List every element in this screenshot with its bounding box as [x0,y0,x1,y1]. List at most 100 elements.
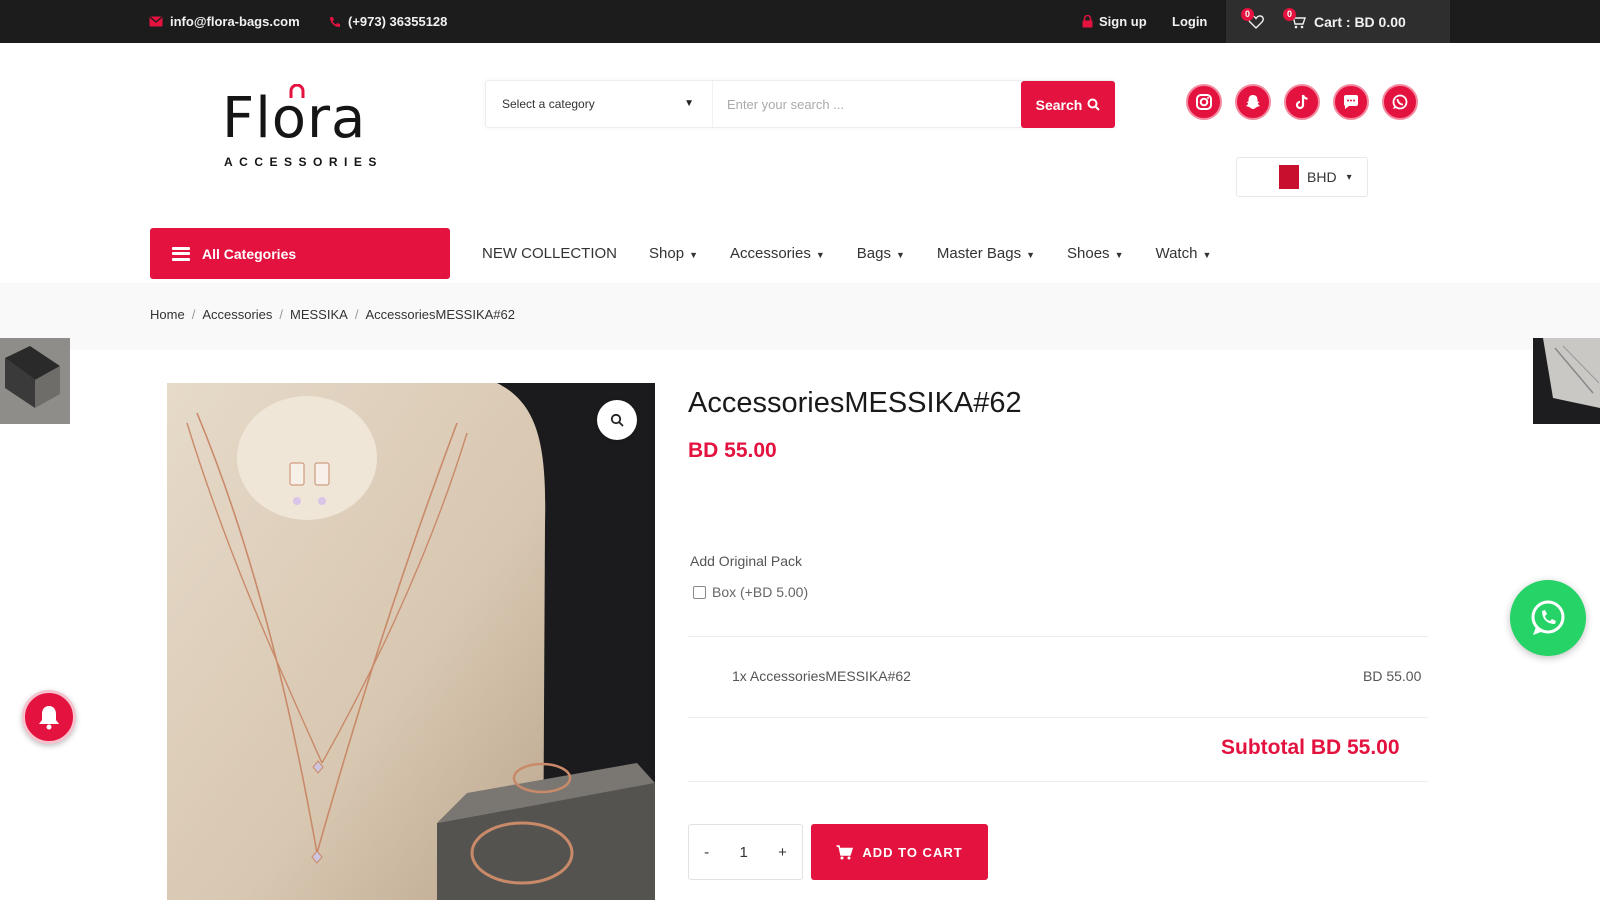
breadcrumb-home[interactable]: Home [150,307,185,322]
box-option-label: Box (+BD 5.00) [712,584,809,600]
product-title: AccessoriesMESSIKA#62 [688,387,1022,419]
breadcrumb-accessories[interactable]: Accessories [202,307,272,322]
cart-total: Cart : BD 0.00 [1314,13,1406,30]
nav-item-master-bags[interactable]: Master Bags ▼ [937,245,1035,262]
whatsapp-social-button[interactable] [1382,84,1418,120]
breadcrumb-separator: / [279,307,284,322]
divider [688,781,1428,782]
breadcrumb: Home / Accessories / MESSIKA / Accessori… [150,307,515,322]
nav-label: Bags [856,245,891,262]
currency-switcher[interactable]: BHD ▾ [1236,157,1368,197]
signup-label: Sign up [1099,14,1147,29]
nav-label: Watch [1155,245,1198,262]
chevron-down-icon: ▼ [1202,250,1212,260]
nav-item-watch[interactable]: Watch ▼ [1155,245,1211,262]
whatsapp-chat-button[interactable] [1510,580,1586,656]
search-button[interactable]: Search [1021,81,1115,128]
chevron-down-icon: ▼ [1114,250,1124,260]
phone-contact[interactable]: (+973) 36355128 [329,0,447,43]
divider [688,717,1428,718]
lock-icon [1082,15,1093,28]
handbag-icon [289,84,305,98]
nav-label: Master Bags [936,245,1022,262]
quantity-stepper: - 1 + [688,824,803,880]
breadcrumb-separator: / [354,307,359,322]
signup-link[interactable]: Sign up [1082,0,1147,43]
cart-count-badge: 0 [1283,7,1296,21]
summary-line-item: 1x AccessoriesMESSIKA#62 [732,668,911,684]
quantity-value[interactable]: 1 [739,844,747,861]
zoom-button[interactable] [597,400,637,440]
phone-text: (+973) 36355128 [348,14,448,29]
next-product-thumbnail[interactable] [1533,338,1600,424]
cart-box[interactable]: 0 0 Cart : BD 0.00 [1226,0,1450,43]
logo-subtitle: ACCESSORIES [224,155,383,169]
tiktok-icon [1295,94,1308,110]
category-select-value: Select a category [502,97,595,111]
chevron-down-icon: ▼ [895,250,905,260]
summary-line-price: BD 55.00 [1363,668,1422,684]
instagram-button[interactable] [1186,84,1222,120]
add-to-cart-label: ADD TO CART [862,844,963,860]
subtotal: Subtotal BD 55.00 [1221,736,1400,759]
quantity-decrement-button[interactable]: - [704,844,709,861]
cart-icon [836,844,854,859]
jewelry-box-image [0,338,70,424]
product-image[interactable] [167,383,655,900]
chat-button[interactable] [1333,84,1369,120]
magnifier-icon [610,413,624,427]
nav-label: NEW COLLECTION [482,245,618,262]
search-bar: Select a category ▼ Search [485,80,1115,128]
divider [688,636,1428,637]
nav-item-bags[interactable]: Bags ▼ [857,245,905,262]
chevron-down-icon: ▼ [689,250,698,260]
all-categories-label: All Categories [202,245,297,262]
snapchat-button[interactable] [1235,84,1271,120]
breadcrumb-bar: Home / Accessories / MESSIKA / Accessori… [0,283,1600,350]
pack-option-label: Add Original Pack [690,553,803,569]
email-text: info@flora-bags.com [170,14,300,29]
notification-bell-button[interactable] [22,690,76,744]
quantity-increment-button[interactable]: + [778,844,787,861]
nav-item-shop[interactable]: Shop ▼ [649,245,698,262]
whatsapp-icon [1531,600,1565,635]
login-link[interactable]: Login [1172,0,1207,43]
login-label: Login [1172,14,1208,29]
cart-button[interactable]: 0 [1283,7,1306,29]
product-price: BD 55.00 [688,439,777,462]
top-bar: info@flora-bags.com (+973) 36355128 Sign… [0,0,1600,43]
box-checkbox[interactable] [693,585,706,599]
breadcrumb-messika[interactable]: MESSIKA [290,307,348,322]
menu-icon [172,246,190,261]
necklace-display-image [167,383,655,900]
all-categories-button[interactable]: All Categories [150,228,450,279]
search-input[interactable] [715,81,1005,127]
chat-icon [1343,95,1358,109]
wishlist-button[interactable]: 0 [1241,7,1264,29]
snapchat-icon [1246,95,1260,109]
pack-option-box[interactable]: Box (+BD 5.00) [693,584,808,600]
search-button-label: Search [1035,96,1083,113]
tiktok-button[interactable] [1284,84,1320,120]
nav-item-shoes[interactable]: Shoes ▼ [1067,245,1123,262]
nav-label: Shoes [1067,245,1110,262]
chevron-down-icon: ▼ [815,250,825,260]
whatsapp-icon [1392,94,1408,110]
email-contact[interactable]: info@flora-bags.com [149,0,300,43]
mail-icon [149,16,163,27]
nav-item-new-collection[interactable]: NEW COLLECTION [482,245,617,262]
previous-product-thumbnail[interactable] [0,338,70,424]
currency-code: BHD [1307,169,1337,185]
nav-item-accessories[interactable]: Accessories ▼ [730,245,825,262]
jewelry-photo-image [1533,338,1600,424]
instagram-icon [1196,94,1212,110]
site-logo[interactable]: Flora ACCESSORIES [222,84,392,174]
main-nav: NEW COLLECTION Shop ▼ Accessories ▼ Bags ▼ … [482,228,1243,279]
chevron-down-icon: ▼ [684,98,694,109]
category-select[interactable]: Select a category ▼ [486,81,713,127]
chevron-down-icon: ▼ [1026,250,1036,260]
bahrain-flag-icon [1271,165,1299,189]
nav-label: Accessories [729,245,811,262]
add-to-cart-button[interactable]: ADD TO CART [811,824,988,880]
wishlist-count-badge: 0 [1241,7,1254,21]
